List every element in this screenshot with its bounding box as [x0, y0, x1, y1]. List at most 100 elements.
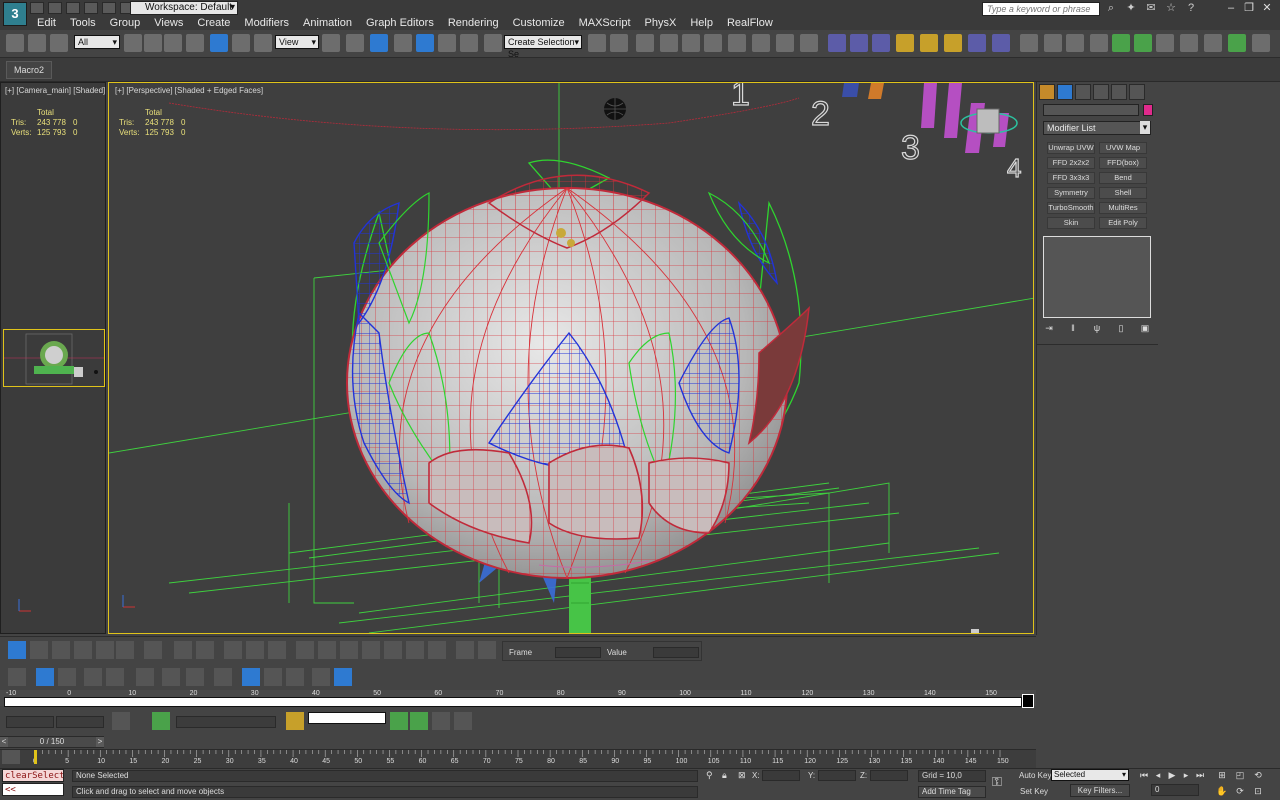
link-icon[interactable] — [6, 34, 24, 52]
modifier-button[interactable]: Edit Poly — [1099, 217, 1147, 229]
rotate-icon[interactable] — [232, 34, 250, 52]
field-of-view-icon[interactable]: ◰ — [1233, 770, 1247, 782]
motion-tab-icon[interactable] — [1093, 84, 1109, 100]
absolute-mode-icon[interactable]: ⊠ — [738, 770, 748, 782]
snaps-toggle-icon[interactable] — [394, 34, 412, 52]
time-slider[interactable]: 0 / 150 — [0, 736, 104, 748]
set-tangent-slow-icon[interactable] — [362, 641, 380, 659]
rec-icon[interactable] — [286, 712, 304, 730]
zoom-value-icon[interactable] — [196, 641, 214, 659]
z-coordinate-input[interactable] — [870, 770, 908, 781]
menu-realflow[interactable]: RealFlow — [720, 16, 780, 30]
container-icon[interactable] — [1020, 34, 1038, 52]
menu-customize[interactable]: Customize — [506, 16, 572, 30]
restore-icon[interactable]: ❐ — [1242, 2, 1256, 14]
time-cursor[interactable] — [34, 750, 37, 764]
render-setup-icon[interactable] — [752, 34, 770, 52]
layer-field-2[interactable] — [56, 716, 104, 728]
lock-icon[interactable]: 🔒︎ — [722, 770, 732, 782]
scale-keys-icon[interactable] — [52, 641, 70, 659]
menu-tools[interactable]: Tools — [63, 16, 103, 30]
orbit-icon[interactable]: ⟲ — [1251, 770, 1265, 782]
show-end-result-icon[interactable]: ‖ — [1067, 323, 1079, 334]
object-name-field[interactable] — [1043, 104, 1139, 116]
curve-tool-icon[interactable] — [112, 712, 130, 730]
menu-physx[interactable]: PhysX — [638, 16, 684, 30]
show-keys-icon[interactable] — [286, 668, 304, 686]
window-crossing-icon[interactable] — [186, 34, 204, 52]
script-icon[interactable] — [1204, 34, 1222, 52]
garment-icon[interactable] — [1134, 34, 1152, 52]
set-tangent-linear-icon[interactable] — [406, 641, 424, 659]
search-input[interactable]: Type a keyword or phrase — [982, 2, 1100, 16]
modifier-button[interactable]: UVW Map — [1099, 142, 1147, 154]
open-file-icon[interactable] — [48, 2, 62, 14]
time-slider-prev-icon[interactable]: < — [0, 737, 8, 747]
set-tangent-step-icon[interactable] — [384, 641, 402, 659]
slide-icon[interactable] — [58, 668, 76, 686]
current-frame-input[interactable]: 0 — [1151, 784, 1199, 796]
time-slider-next-icon[interactable]: > — [96, 737, 104, 747]
go-to-start-icon[interactable]: ⏮ — [1137, 770, 1151, 782]
vray-fur-icon[interactable] — [992, 34, 1010, 52]
modifier-button[interactable]: Bend — [1099, 172, 1147, 184]
named-selection-dropdown[interactable]: Create Selection Se — [504, 35, 582, 59]
create-tab-icon[interactable] — [1039, 84, 1055, 100]
new-scene-icon[interactable] — [30, 2, 44, 14]
set-tangent-fast-icon[interactable] — [340, 641, 358, 659]
zoom-horizontal-icon[interactable] — [174, 641, 192, 659]
app-logo-icon[interactable]: 3 — [3, 2, 27, 26]
freeze-layer-icon[interactable] — [454, 712, 472, 730]
auto-key-button[interactable]: Auto Key — [1019, 771, 1051, 780]
utilities-tab-icon[interactable] — [1129, 84, 1145, 100]
menu-animation[interactable]: Animation — [296, 16, 359, 30]
key-filters-button[interactable]: Key Filters... — [1070, 784, 1130, 797]
align-icon[interactable] — [610, 34, 628, 52]
viewport-label[interactable]: [+] [Camera_main] [Shaded] — [5, 86, 105, 95]
hammer-icon[interactable] — [1156, 34, 1174, 52]
isolate-curve-icon[interactable] — [268, 641, 286, 659]
angle-snap-icon[interactable] — [416, 34, 434, 52]
capsule-icon[interactable] — [1066, 34, 1084, 52]
edit-named-selection-icon[interactable] — [484, 34, 502, 52]
key-icon[interactable] — [136, 668, 154, 686]
curve-editor-icon[interactable] — [682, 34, 700, 52]
help-icon[interactable]: ? — [1184, 2, 1198, 14]
layer-manager-icon[interactable] — [636, 34, 654, 52]
set-tangent-auto-icon[interactable] — [296, 641, 314, 659]
isolate-icon[interactable]: ⚲ — [706, 770, 716, 782]
perspective-viewport[interactable]: [+] [Perspective] [Shaded + Edged Faces]… — [108, 82, 1034, 634]
transfer-icon[interactable] — [432, 712, 450, 730]
communication-icon[interactable]: ✉ — [1144, 2, 1158, 14]
modifier-button[interactable]: Shell — [1099, 187, 1147, 199]
walkthrough-icon[interactable]: ⟳ — [1233, 786, 1247, 798]
modifier-button[interactable]: FFD(box) — [1099, 157, 1147, 169]
set-tangent-smooth-icon[interactable] — [428, 641, 446, 659]
vray-camera-icon[interactable] — [850, 34, 868, 52]
frame-input[interactable] — [555, 647, 601, 658]
sphere-icon[interactable] — [1044, 34, 1062, 52]
zoom-region-icon[interactable] — [246, 641, 264, 659]
modifier-stack[interactable] — [1043, 236, 1151, 318]
curve-display-icon[interactable] — [264, 668, 282, 686]
select-move-icon[interactable] — [36, 668, 54, 686]
scale-icon[interactable] — [254, 34, 272, 52]
menu-edit[interactable]: Edit — [30, 16, 63, 30]
y-coordinate-input[interactable] — [818, 770, 856, 781]
make-unique-icon[interactable]: ψ — [1091, 323, 1103, 334]
vray-light-icon[interactable] — [896, 34, 914, 52]
ref-coord-dropdown[interactable]: View — [275, 35, 319, 49]
pan-icon[interactable] — [144, 641, 162, 659]
modify-tab-icon[interactable] — [1057, 84, 1073, 100]
lock-selection-icon[interactable] — [214, 668, 232, 686]
hierarchy-tab-icon[interactable] — [1075, 84, 1091, 100]
modifier-button[interactable]: Unwrap UVW — [1047, 142, 1095, 154]
menu-modifiers[interactable]: Modifiers — [237, 16, 296, 30]
modifier-button[interactable]: MultiRes — [1099, 202, 1147, 214]
subscription-icon[interactable]: ✦ — [1124, 2, 1138, 14]
insert-keys-icon[interactable] — [96, 641, 114, 659]
pin-stack-icon[interactable]: ⇥ — [1043, 323, 1055, 334]
render-production-icon[interactable] — [800, 34, 818, 52]
rendered-frame-icon[interactable] — [776, 34, 794, 52]
redo-icon[interactable] — [102, 2, 116, 14]
